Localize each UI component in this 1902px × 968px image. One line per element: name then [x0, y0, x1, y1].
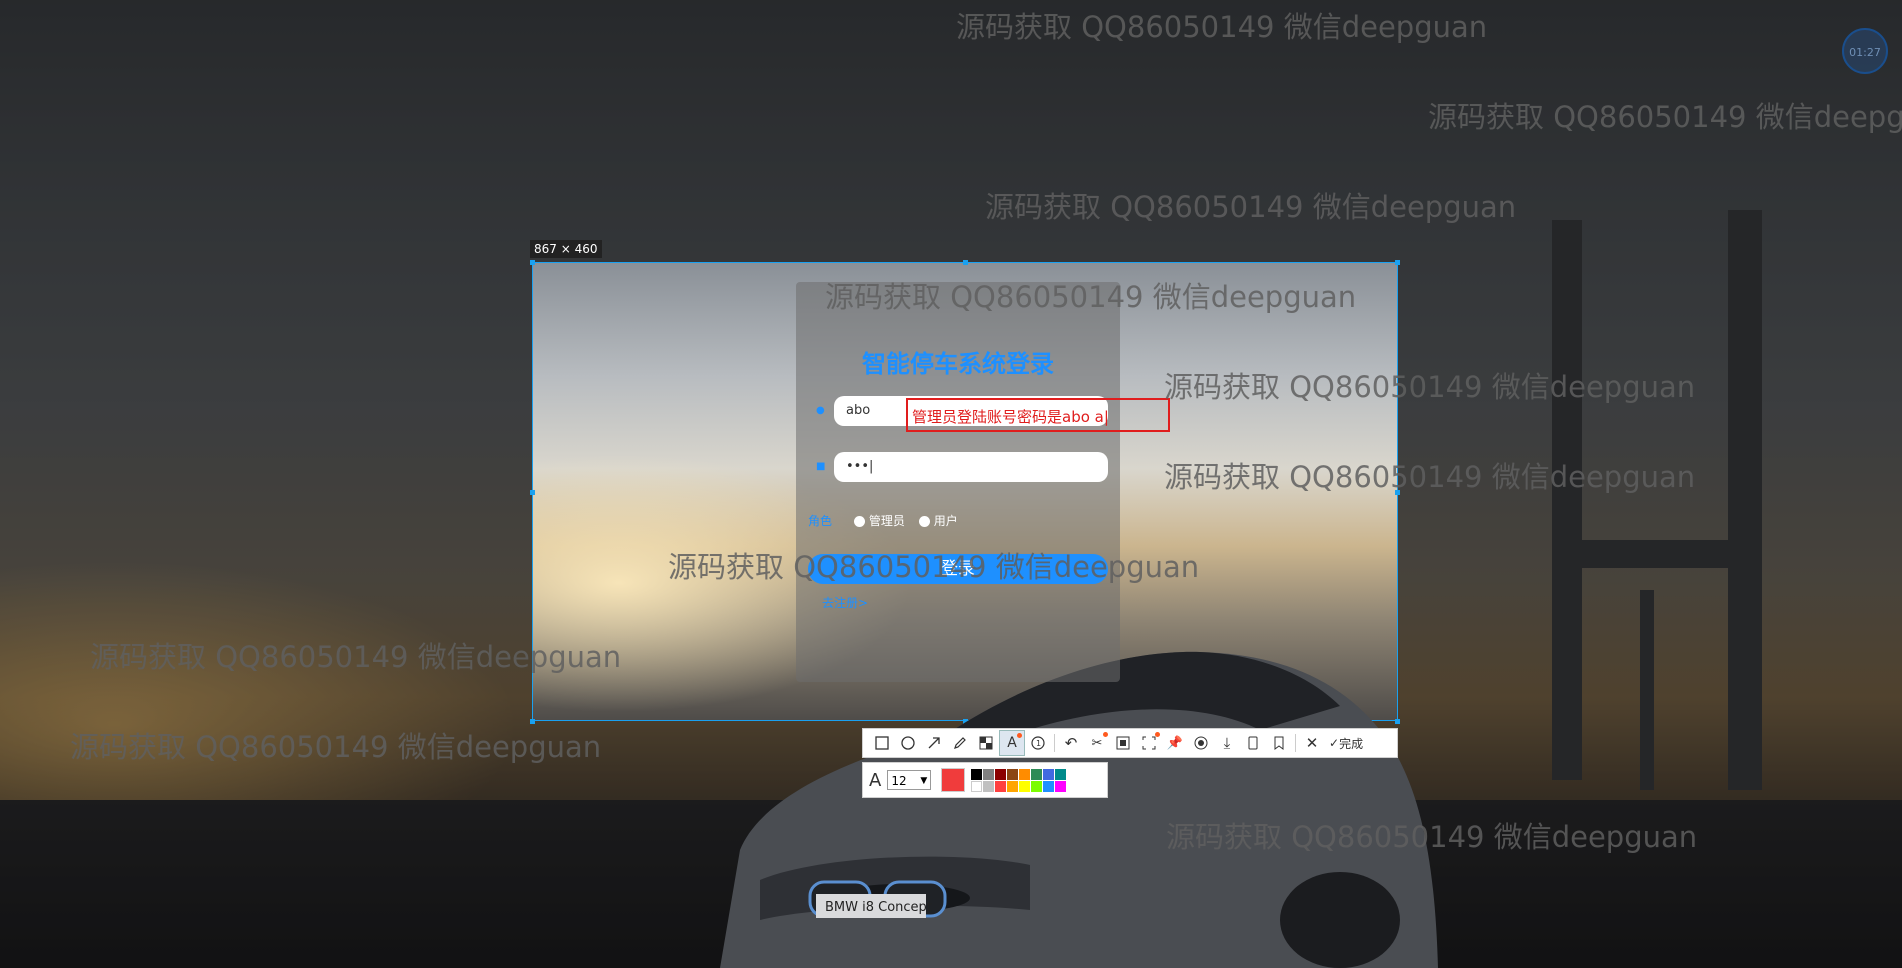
- role-option-user[interactable]: 用户: [918, 514, 958, 528]
- watermark: 源码获取 QQ86050149 微信deepguan: [985, 190, 1517, 224]
- svg-text:1: 1: [1036, 739, 1041, 748]
- color-swatch[interactable]: [1055, 780, 1067, 792]
- watermark: 源码获取 QQ86050149 微信deepguan: [1164, 370, 1696, 404]
- undo-icon[interactable]: ↶: [1058, 730, 1084, 756]
- text-icon[interactable]: A: [999, 730, 1025, 756]
- watermark: 源码获取 QQ86050149 微信deepguan: [956, 10, 1488, 44]
- resize-handle-tr[interactable]: [1395, 260, 1400, 265]
- color-swatch[interactable]: [1055, 768, 1067, 780]
- resize-handle-tl[interactable]: [530, 260, 535, 265]
- color-swatch[interactable]: [971, 780, 983, 792]
- font-icon: A: [869, 769, 882, 791]
- role-selector: 角色 管理员 用户: [808, 512, 968, 529]
- ocr-icon[interactable]: [1110, 730, 1136, 756]
- resize-handle-ml[interactable]: [530, 490, 535, 495]
- watermark: 源码获取 QQ86050149 微信deepguan: [1428, 100, 1902, 134]
- record-icon[interactable]: [1188, 730, 1214, 756]
- watermark: 源码获取 QQ86050149 微信deepguan: [90, 640, 622, 674]
- cut-badge-dot: [1103, 732, 1108, 737]
- font-size-value: 12: [891, 774, 907, 788]
- watermark: 源码获取 QQ86050149 微信deepguan: [70, 730, 602, 764]
- chevron-down-icon: ▼: [920, 776, 928, 786]
- recording-timer: 01:27: [1842, 28, 1888, 74]
- role-option-admin-label: 管理员: [868, 514, 905, 528]
- screenshot-badge-dot: [1155, 732, 1160, 737]
- pencil-icon[interactable]: [947, 730, 973, 756]
- role-option-admin[interactable]: 管理员: [853, 514, 905, 528]
- color-swatch[interactable]: [1031, 780, 1043, 792]
- color-swatch[interactable]: [1007, 780, 1019, 792]
- color-swatch[interactable]: [1019, 768, 1031, 780]
- password-input[interactable]: •••|: [834, 452, 1108, 482]
- check-icon: ✓: [1329, 736, 1340, 750]
- pin-icon[interactable]: 📌: [1162, 730, 1188, 756]
- phone-icon[interactable]: [1240, 730, 1266, 756]
- download-icon[interactable]: ⤓: [1214, 730, 1240, 756]
- toolbar-separator: [1054, 734, 1055, 752]
- watermark: 源码获取 QQ86050149 微信deepguan: [825, 280, 1357, 314]
- close-icon[interactable]: ✕: [1299, 730, 1325, 756]
- arrow-icon[interactable]: [921, 730, 947, 756]
- color-swatch[interactable]: [1043, 780, 1055, 792]
- color-swatch[interactable]: [995, 768, 1007, 780]
- watermark: 源码获取 QQ86050149 微信deepguan: [1166, 820, 1698, 854]
- color-swatch[interactable]: [1019, 780, 1031, 792]
- user-icon: ●: [816, 405, 825, 416]
- resize-handle-tm[interactable]: [963, 260, 968, 265]
- text-tool-active-dot: [1017, 733, 1022, 738]
- color-swatch[interactable]: [983, 768, 995, 780]
- done-button[interactable]: ✓ 完成: [1329, 735, 1363, 752]
- car-image: BMW i8 Concept: [720, 651, 1438, 968]
- color-swatch[interactable]: [1007, 768, 1019, 780]
- toolbar-separator: [1295, 734, 1296, 752]
- mosaic-icon[interactable]: [973, 730, 999, 756]
- rectangle-icon[interactable]: [869, 730, 895, 756]
- text-annotation-box[interactable]: 管理员登陆账号密码是abo a|: [906, 398, 1170, 432]
- register-link[interactable]: 去注册>: [822, 594, 868, 611]
- login-title: 智能停车系统登录: [862, 350, 1054, 378]
- text-annotation[interactable]: 管理员登陆账号密码是abo a|: [912, 406, 1109, 427]
- number-icon[interactable]: 1: [1025, 730, 1051, 756]
- svg-text:BMW i8 Concept: BMW i8 Concept: [825, 900, 932, 915]
- watermark: 源码获取 QQ86050149 微信deepguan: [1164, 460, 1696, 494]
- done-label: 完成: [1339, 736, 1364, 751]
- color-swatch[interactable]: [983, 780, 995, 792]
- ellipse-icon[interactable]: [895, 730, 921, 756]
- font-size-select[interactable]: 12 ▼: [887, 770, 932, 790]
- text-style-toolbar: A 12 ▼: [862, 762, 1108, 798]
- color-swatch[interactable]: [1031, 768, 1043, 780]
- color-palette: [971, 768, 1067, 792]
- color-swatch[interactable]: [971, 768, 983, 780]
- color-swatch[interactable]: [1043, 768, 1055, 780]
- role-label: 角色: [808, 514, 833, 528]
- cut-icon[interactable]: ✂: [1084, 730, 1110, 756]
- screenshot-icon[interactable]: [1136, 730, 1162, 756]
- role-option-user-label: 用户: [933, 514, 958, 528]
- screenshot-toolbar: A 1 ↶ ✂ 📌 ⤓ ✕ ✓ 完成: [862, 728, 1398, 758]
- current-color-swatch[interactable]: [941, 768, 966, 792]
- bookmark-icon[interactable]: [1266, 730, 1292, 756]
- lock-icon: ■: [816, 461, 826, 472]
- color-swatch[interactable]: [995, 780, 1007, 792]
- radio-admin[interactable]: [853, 516, 865, 527]
- login-panel: 智能停车系统登录 ● abo ■ •••| 角色 管理员 用户 登录 去注册>: [796, 282, 1120, 682]
- selection-size-label: 867 × 460: [530, 240, 602, 258]
- watermark: 源码获取 QQ86050149 微信deepguan: [668, 550, 1200, 584]
- radio-user[interactable]: [918, 516, 930, 527]
